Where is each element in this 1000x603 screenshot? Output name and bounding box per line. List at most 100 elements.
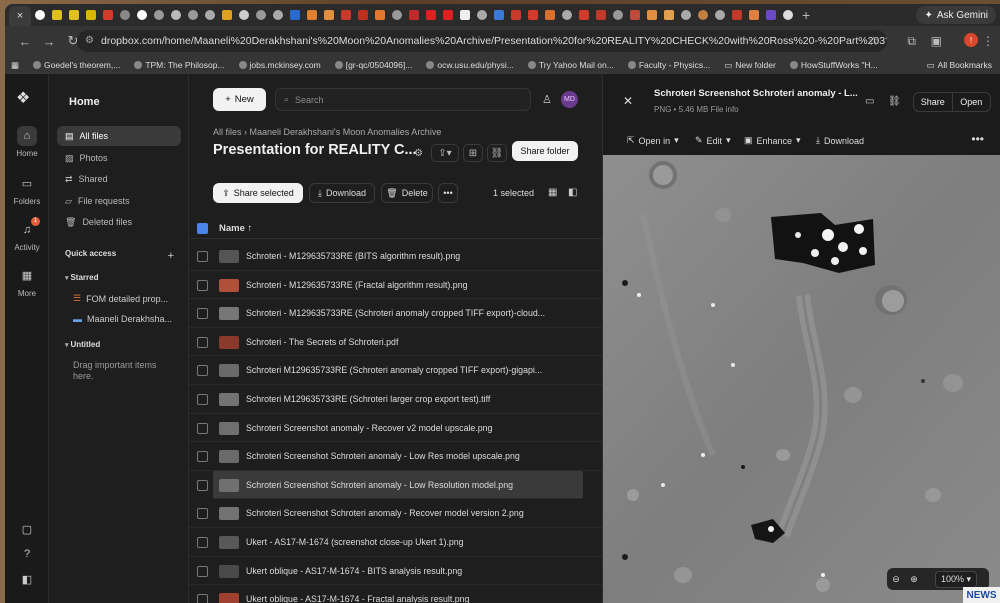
forward-icon[interactable]: → bbox=[37, 34, 61, 49]
table-row[interactable]: Schroteri Screenshot Schroteri anomaly -… bbox=[189, 442, 602, 471]
tab-site14[interactable] bbox=[694, 7, 711, 23]
preview-download-button[interactable]: ⤓ Download bbox=[816, 135, 864, 146]
zoom-level-select[interactable]: 100% ▾ bbox=[935, 570, 978, 588]
share-folder-button[interactable]: Share folder bbox=[512, 141, 578, 161]
tab-site3[interactable] bbox=[167, 7, 184, 23]
bookmark-item[interactable]: [gr-qc/0504096]... bbox=[334, 60, 412, 70]
tab-pdf3[interactable] bbox=[575, 7, 592, 23]
back-icon[interactable]: ← bbox=[13, 34, 37, 49]
grid-view-icon[interactable]: ▦ bbox=[548, 187, 557, 198]
sidebar-item-file-requests[interactable]: ▱ File requests bbox=[57, 191, 181, 211]
row-checkbox[interactable] bbox=[197, 479, 208, 491]
tab-site12[interactable] bbox=[609, 7, 626, 23]
url-bar[interactable]: ⚙ dropbox.com/home/Maaneli%20Derakhshani… bbox=[77, 30, 887, 52]
bookmark-item[interactable]: Goedel's theorem,... bbox=[33, 60, 120, 70]
search-input[interactable]: ⌕ Search bbox=[275, 88, 531, 111]
all-bookmarks[interactable]: ▭ All Bookmarks bbox=[927, 60, 992, 71]
split-view-icon[interactable]: ▣ bbox=[931, 34, 942, 48]
sidebar-item-all-files[interactable]: ▤ All files bbox=[57, 126, 181, 146]
file-name[interactable]: Schroteri - The Secrets of Schroteri.pdf bbox=[246, 337, 398, 347]
tab-blue[interactable] bbox=[286, 7, 303, 23]
row-checkbox[interactable] bbox=[197, 336, 208, 348]
tab-orange2[interactable] bbox=[320, 7, 337, 23]
link-icon[interactable]: ⛓ bbox=[487, 144, 507, 162]
row-checkbox[interactable] bbox=[197, 422, 208, 434]
share-button[interactable]: Share bbox=[914, 93, 952, 111]
new-tab-button[interactable]: + bbox=[802, 7, 810, 23]
tab-slides[interactable] bbox=[218, 7, 235, 23]
sidebar-item-shared[interactable]: ⇄ Shared bbox=[57, 169, 181, 189]
bookmark-star-icon[interactable]: ☆ bbox=[868, 34, 879, 48]
avatar[interactable]: MD bbox=[561, 91, 578, 108]
tab-red4[interactable] bbox=[507, 7, 524, 23]
tab-site16[interactable] bbox=[779, 7, 796, 23]
file-name[interactable]: Schroteri - M129635733RE (BITS algorithm… bbox=[246, 251, 460, 261]
share-selected-button[interactable]: ⇪ Share selected bbox=[213, 183, 303, 203]
table-row[interactable]: Schroteri - M129635733RE (BITS algorithm… bbox=[189, 242, 602, 271]
file-name[interactable]: Schroteri Screenshot anomaly - Recover v… bbox=[246, 423, 492, 433]
tab-youtube2[interactable] bbox=[439, 7, 456, 23]
table-row[interactable]: Ukert oblique - AS17-M-1674 - Fractal an… bbox=[189, 585, 602, 603]
active-tab[interactable]: × bbox=[9, 6, 31, 26]
more-options-icon[interactable]: ••• bbox=[971, 132, 984, 146]
file-name[interactable]: Schroteri Screenshot Schroteri anomaly -… bbox=[246, 508, 524, 518]
table-row[interactable]: Schroteri Screenshot anomaly - Recover v… bbox=[189, 414, 602, 443]
help-icon[interactable]: ? bbox=[5, 544, 49, 567]
row-checkbox[interactable] bbox=[197, 508, 208, 520]
table-row[interactable]: Schroteri Screenshot Schroteri anomaly -… bbox=[197, 470, 583, 500]
tab-red7[interactable] bbox=[728, 7, 745, 23]
tab-orange7[interactable] bbox=[745, 7, 762, 23]
tab-site10[interactable] bbox=[473, 7, 490, 23]
file-name[interactable]: Schroteri M129635733RE (Schroteri larger… bbox=[246, 394, 490, 404]
lunar-image[interactable] bbox=[603, 155, 1000, 603]
tab-orange6[interactable] bbox=[660, 7, 677, 23]
tab-orange3[interactable] bbox=[371, 7, 388, 23]
file-name[interactable]: Schroteri - M129635733RE (Fractal algori… bbox=[246, 280, 468, 290]
tab-red3[interactable] bbox=[405, 7, 422, 23]
new-folder-icon[interactable]: ⊞ bbox=[463, 144, 483, 162]
tab-pdf2[interactable] bbox=[524, 7, 541, 23]
select-all-checkbox[interactable] bbox=[197, 223, 208, 234]
tab-orange[interactable] bbox=[303, 7, 320, 23]
tab-red5[interactable] bbox=[592, 7, 609, 23]
tab-site4[interactable] bbox=[184, 7, 201, 23]
row-checkbox[interactable] bbox=[197, 279, 208, 291]
tab-orange5[interactable] bbox=[643, 7, 660, 23]
table-row[interactable]: Schroteri - The Secrets of Schroteri.pdf bbox=[189, 328, 602, 357]
zoom-in-icon[interactable]: ⊕ bbox=[905, 574, 923, 585]
row-checkbox[interactable] bbox=[197, 536, 208, 548]
extensions-icon[interactable]: ⧉ bbox=[907, 34, 916, 49]
dropbox-logo-icon[interactable]: ❖ bbox=[16, 88, 30, 108]
tab-red[interactable] bbox=[337, 7, 354, 23]
file-name[interactable]: Schroteri Screenshot Schroteri anomaly -… bbox=[246, 451, 520, 461]
file-name[interactable]: Schroteri M129635733RE (Schroteri anomal… bbox=[246, 365, 542, 375]
rail-folders[interactable]: ▭ Folders bbox=[5, 174, 49, 206]
tab-site8[interactable] bbox=[269, 7, 286, 23]
table-row[interactable]: Ukert - AS17-M-1674 (screenshot close-up… bbox=[189, 528, 602, 557]
upload-icon[interactable]: ⇪▾ bbox=[431, 144, 459, 162]
table-row[interactable]: Schroteri Screenshot Schroteri anomaly -… bbox=[189, 499, 602, 528]
tab-site5[interactable] bbox=[201, 7, 218, 23]
rail-home[interactable]: ⌂ Home bbox=[5, 126, 49, 158]
link-icon[interactable]: ⛓ bbox=[888, 96, 901, 107]
file-name[interactable]: Ukert - AS17-M-1674 (screenshot close-up… bbox=[246, 537, 464, 547]
bookmark-item[interactable]: HowStuffWorks "H... bbox=[789, 60, 878, 70]
profile-avatar[interactable]: ! bbox=[964, 33, 978, 47]
starred-item-doc[interactable]: ☰ FOM detailed prop... bbox=[73, 293, 168, 304]
site-info-icon[interactable]: ⚙ bbox=[85, 35, 94, 46]
feedback-icon[interactable]: ▢ bbox=[5, 520, 49, 543]
table-row[interactable]: Schroteri - M129635733RE (Fractal algori… bbox=[189, 271, 602, 300]
tab-pdf[interactable] bbox=[99, 7, 116, 23]
bookmark-item[interactable]: Faculty - Physics... bbox=[627, 60, 710, 70]
bookmark-folder[interactable]: ▭ New folder bbox=[724, 60, 776, 71]
bookmark-item[interactable]: ocw.usu.edu/physi... bbox=[426, 60, 514, 70]
tab-site[interactable] bbox=[116, 7, 133, 23]
tab-red6[interactable] bbox=[626, 7, 643, 23]
file-name[interactable]: Ukert oblique - AS17-M-1674 - Fractal an… bbox=[246, 594, 469, 603]
starred-item-folder[interactable]: ▬ Maaneli Derakhsha... bbox=[73, 314, 172, 324]
settings-icon[interactable]: ⚙ bbox=[410, 144, 427, 162]
tab-google2[interactable] bbox=[133, 7, 150, 23]
bookmark-item[interactable]: TPM: The Philosop... bbox=[134, 60, 225, 70]
row-checkbox[interactable] bbox=[197, 594, 208, 603]
table-row[interactable]: Ukert oblique - AS17-M-1674 - BITS analy… bbox=[189, 557, 602, 586]
